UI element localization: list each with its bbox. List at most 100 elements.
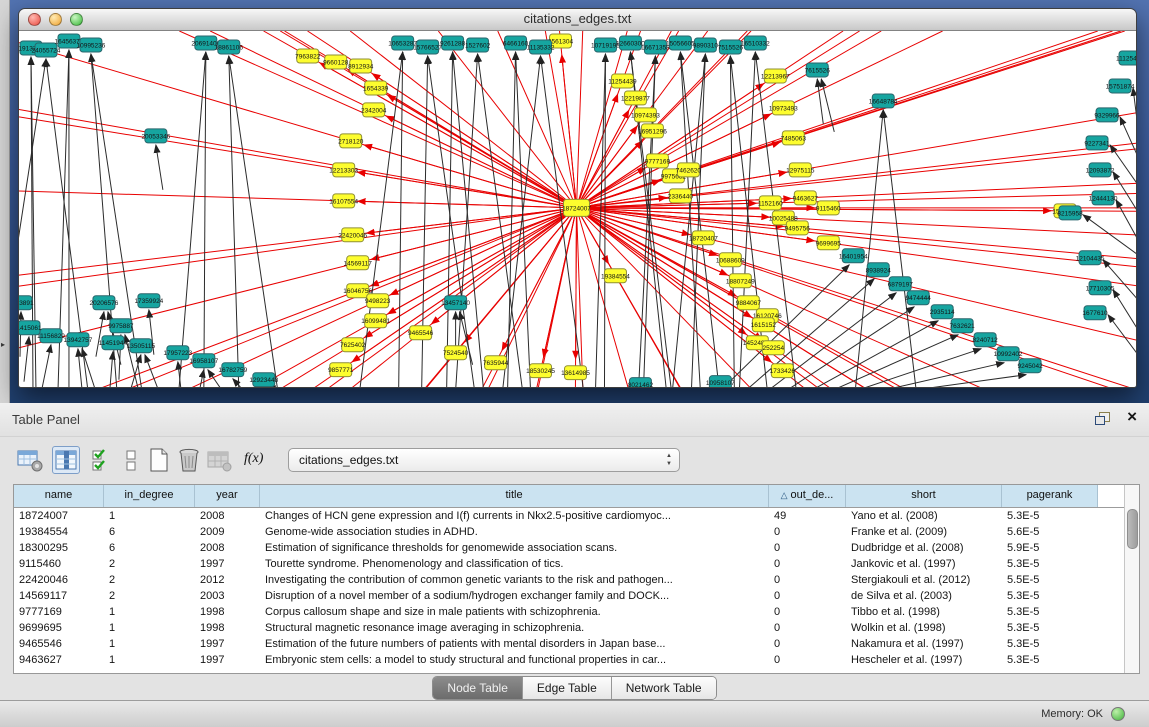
- graph-node[interactable]: 7515526: [718, 40, 744, 54]
- table-cell[interactable]: 9699695: [14, 620, 104, 636]
- table-cell[interactable]: Stergiakouli et al. (2012): [846, 572, 1002, 588]
- column-header-name[interactable]: name: [14, 485, 104, 507]
- table-cell[interactable]: Wolkin et al. (1998): [846, 620, 1002, 636]
- table-cell[interactable]: 2008: [195, 508, 260, 524]
- graph-node[interactable]: 2718120: [338, 134, 364, 148]
- graph-node[interactable]: 7485063: [781, 131, 807, 145]
- table-cell[interactable]: 2012: [195, 572, 260, 588]
- show-column-icon[interactable]: [52, 446, 80, 474]
- graph-node[interactable]: 1654339: [363, 81, 389, 95]
- table-cell[interactable]: 1997: [195, 652, 260, 668]
- graph-node[interactable]: 252254: [762, 341, 784, 355]
- graph-node[interactable]: 9975887: [108, 319, 134, 333]
- table-cell[interactable]: Disruption of a novel member of a sodium…: [260, 588, 769, 604]
- table-selector[interactable]: citations_edges.txt ▲▼: [288, 448, 680, 472]
- vertical-scrollbar-thumb[interactable]: [1127, 509, 1138, 549]
- table-settings-icon[interactable]: [16, 446, 44, 474]
- table-cell[interactable]: 1997: [195, 556, 260, 572]
- function-builder-icon[interactable]: f(x): [244, 446, 272, 474]
- graph-node[interactable]: 12975115: [786, 163, 815, 177]
- table-row[interactable]: 1938455462009Genome-wide association stu…: [14, 524, 1139, 540]
- table-cell[interactable]: 19384554: [14, 524, 104, 540]
- delete-column-icon[interactable]: [176, 446, 204, 474]
- table-cell[interactable]: 1: [104, 508, 195, 524]
- graph-node[interactable]: 8215958: [1057, 206, 1083, 220]
- table-cell[interactable]: 5.3E-5: [1002, 556, 1098, 572]
- memory-ok-indicator[interactable]: [1111, 707, 1125, 721]
- table-cell[interactable]: Corpus callosum shape and size in male p…: [260, 604, 769, 620]
- table-cell[interactable]: 6: [104, 540, 195, 556]
- graph-node[interactable]: 6879197: [888, 277, 914, 291]
- table-cell[interactable]: 0: [769, 620, 846, 636]
- table-cell[interactable]: 18300295: [14, 540, 104, 556]
- table-row[interactable]: 911546021997Tourette syndrome. Phenomeno…: [14, 556, 1139, 572]
- graph-node[interactable]: 22420046: [338, 228, 367, 242]
- graph-node[interactable]: 9227341: [1084, 136, 1110, 150]
- float-panel-icon[interactable]: [1095, 412, 1110, 425]
- table-cell[interactable]: 18724007: [14, 508, 104, 524]
- graph-node[interactable]: 11254439: [608, 74, 637, 88]
- graph-node[interactable]: 19384554: [601, 269, 630, 283]
- collapse-arrow-icon[interactable]: ▸: [1, 340, 5, 349]
- column-header-in-degree[interactable]: in_degree: [104, 485, 195, 507]
- graph-node[interactable]: 20053346: [141, 129, 170, 143]
- column-header-short[interactable]: short: [846, 485, 1002, 507]
- graph-node[interactable]: 1733426: [770, 364, 796, 378]
- table-cell[interactable]: Estimation of the future numbers of pati…: [260, 636, 769, 652]
- table-cell[interactable]: 0: [769, 540, 846, 556]
- table-row[interactable]: 946362711997Embryonic stem cells: a mode…: [14, 652, 1139, 668]
- graph-node[interactable]: 12104435: [1076, 251, 1105, 265]
- graph-node[interactable]: 2336440: [668, 189, 694, 203]
- graph-node[interactable]: 11451944: [99, 336, 128, 350]
- table-cell[interactable]: Genome-wide association studies in ADHD.: [260, 524, 769, 540]
- table-row[interactable]: 969969511998Structural magnetic resonanc…: [14, 620, 1139, 636]
- graph-node[interactable]: 7625402: [340, 338, 366, 352]
- vertical-scrollbar[interactable]: [1124, 485, 1139, 673]
- table-cell[interactable]: 0: [769, 588, 846, 604]
- table-cell[interactable]: 1998: [195, 620, 260, 636]
- graph-node[interactable]: 9474444: [906, 291, 932, 305]
- graph-node[interactable]: 16099481: [361, 314, 390, 328]
- graph-node[interactable]: 9329966: [1094, 108, 1120, 122]
- table-cell[interactable]: 2: [104, 556, 195, 572]
- graph-node[interactable]: 3913891: [19, 296, 34, 310]
- graph-node[interactable]: 18807249: [726, 274, 755, 288]
- graph-node[interactable]: 1677610: [1082, 306, 1108, 320]
- tab-node-table[interactable]: Node Table: [433, 677, 523, 699]
- table-cell[interactable]: 1: [104, 652, 195, 668]
- zoom-button[interactable]: [70, 13, 83, 26]
- table-cell[interactable]: 1997: [195, 636, 260, 652]
- table-row[interactable]: 1456911722003Disruption of a novel membe…: [14, 588, 1139, 604]
- table-cell[interactable]: 0: [769, 604, 846, 620]
- side-splitter[interactable]: ▸: [0, 0, 10, 403]
- graph-node[interactable]: 16951296: [638, 124, 667, 138]
- table-cell[interactable]: Jankovic et al. (1997): [846, 556, 1002, 572]
- graph-node[interactable]: 14569117: [344, 256, 373, 270]
- graph-node[interactable]: 10974393: [631, 108, 660, 122]
- graph-node[interactable]: 13942757: [64, 333, 93, 347]
- graph-node[interactable]: 9890310: [693, 38, 719, 52]
- graph-node[interactable]: 17359924: [134, 294, 163, 308]
- graph-node[interactable]: 16782759: [218, 363, 247, 377]
- table-cell[interactable]: Franke et al. (2009): [846, 524, 1002, 540]
- table-cell[interactable]: Dudbridge et al. (2008): [846, 540, 1002, 556]
- table-cell[interactable]: 2: [104, 588, 195, 604]
- table-cell[interactable]: 2003: [195, 588, 260, 604]
- table-cell[interactable]: Nakamura et al. (1997): [846, 636, 1002, 652]
- table-cell[interactable]: 5.6E-5: [1002, 524, 1098, 540]
- table-cell[interactable]: Yano et al. (2008): [846, 508, 1002, 524]
- table-cell[interactable]: 5.9E-5: [1002, 540, 1098, 556]
- table-cell[interactable]: 0: [769, 572, 846, 588]
- graph-node[interactable]: 11135332: [527, 40, 555, 54]
- table-cell[interactable]: 5.5E-5: [1002, 572, 1098, 588]
- graph-node[interactable]: 16958107: [189, 354, 218, 368]
- table-cell[interactable]: Changes of HCN gene expression and I(f) …: [260, 508, 769, 524]
- graph-node[interactable]: 7963822: [295, 49, 321, 63]
- graph-node[interactable]: 10995236: [77, 38, 106, 52]
- table-row[interactable]: 977716911998Corpus callosum shape and si…: [14, 604, 1139, 620]
- table-cell[interactable]: Embryonic stem cells: a model to study s…: [260, 652, 769, 668]
- tab-network-table[interactable]: Network Table: [612, 677, 716, 699]
- close-button[interactable]: [28, 13, 41, 26]
- table-cell[interactable]: 22420046: [14, 572, 104, 588]
- table-row[interactable]: 1872400712008Changes of HCN gene express…: [14, 508, 1139, 524]
